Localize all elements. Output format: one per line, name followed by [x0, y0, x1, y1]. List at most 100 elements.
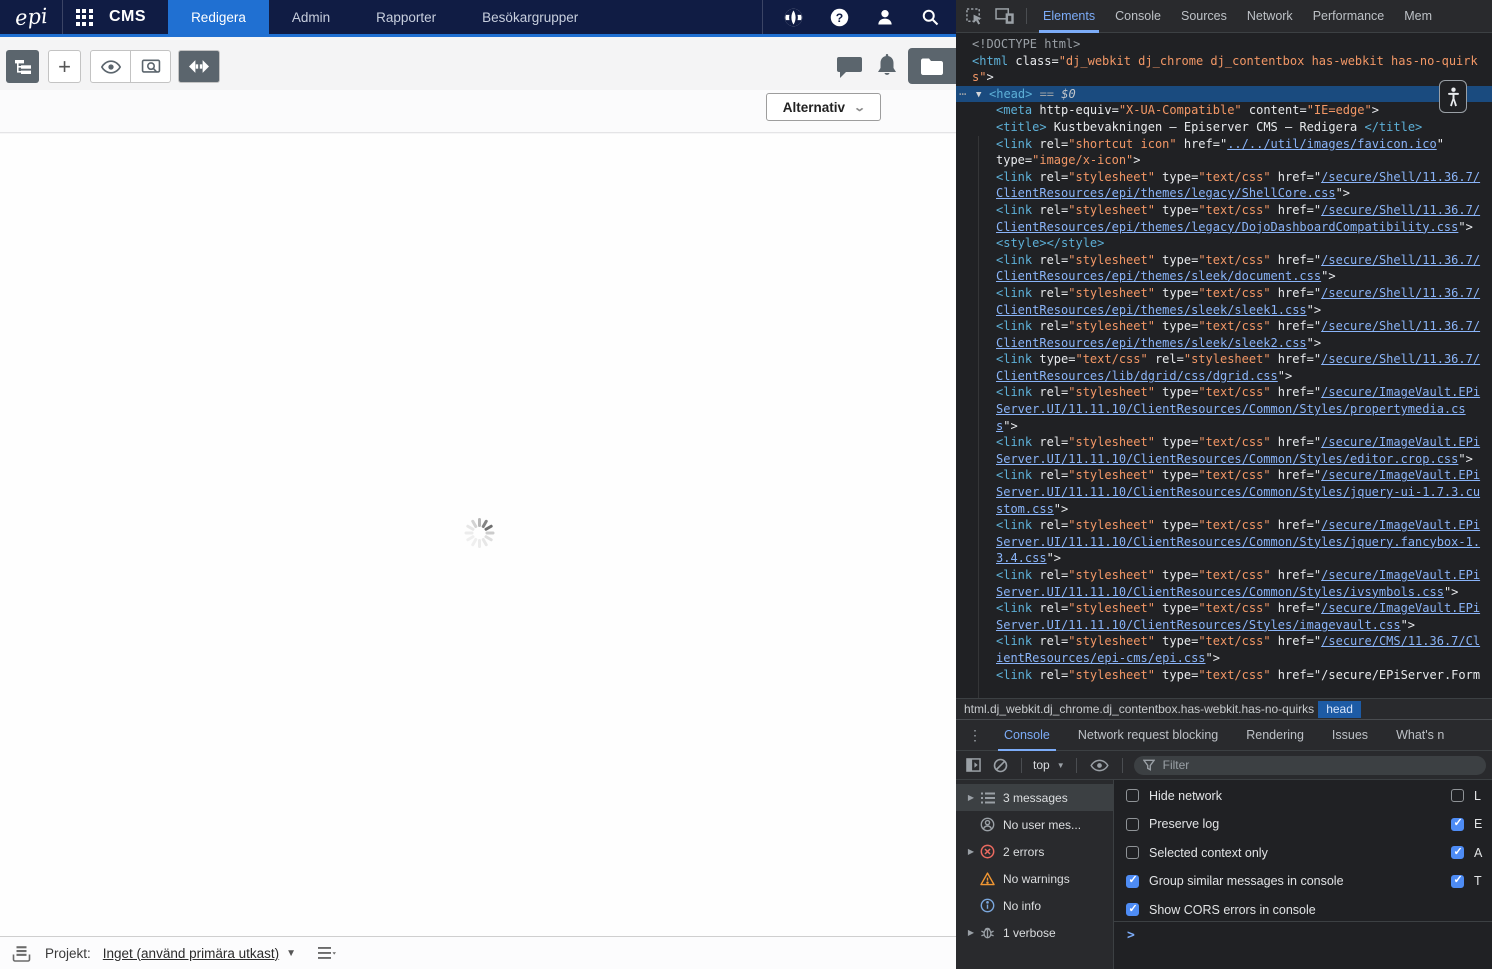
preview-eye-button[interactable] — [91, 51, 130, 82]
setting-show-cors-errors-in-console[interactable]: Show CORS errors in console — [1126, 902, 1492, 917]
drawer-tab-network-request-blocking[interactable]: Network request blocking — [1064, 719, 1232, 751]
console-filter-no-warnings[interactable]: No warnings — [956, 865, 1113, 892]
dom-node-line[interactable]: <link rel="stylesheet" type="text/css" h… — [956, 467, 1492, 484]
dom-node-line[interactable]: <title> Kustbevakningen – Episerver CMS … — [956, 119, 1492, 136]
add-button[interactable]: + — [48, 50, 81, 83]
dom-node-line[interactable]: Server.UI/11.11.10/ClientResources/Commo… — [956, 484, 1492, 501]
dom-node-selected[interactable]: ⋯ ▼ <head> == $0 — [956, 85, 1492, 104]
execution-context-selector[interactable]: top ▼ — [1033, 758, 1065, 772]
expand-arrow-icon[interactable]: ▼ — [976, 87, 981, 104]
setting-group-similar-messages-in-console[interactable]: Group similar messages in console — [1126, 873, 1492, 888]
dom-node-line[interactable]: s"> — [956, 418, 1492, 435]
device-toolbar-icon[interactable] — [995, 8, 1014, 24]
checkbox-checked-icon[interactable] — [1126, 873, 1139, 888]
devtools-tab-console[interactable]: Console — [1105, 0, 1171, 33]
console-filter-no-info[interactable]: No info — [956, 892, 1113, 919]
devtools-tab-sources[interactable]: Sources — [1171, 0, 1237, 33]
expand-arrow-icon[interactable]: ▶ — [964, 793, 978, 802]
bell-icon[interactable] — [876, 54, 898, 78]
expand-arrow-icon[interactable]: ▶ — [964, 847, 978, 856]
setting-l[interactable]: L — [1451, 789, 1492, 803]
dom-node-line[interactable]: <link rel="stylesheet" type="text/css" h… — [956, 384, 1492, 401]
options-dropdown-button[interactable]: Alternativ ⌄ — [766, 93, 881, 121]
project-select-link[interactable]: Inget (använd primära utkast) — [103, 946, 279, 961]
app-grid-icon[interactable] — [63, 0, 105, 34]
dom-node-line[interactable]: <link rel="stylesheet" type="text/css" h… — [956, 633, 1492, 650]
checkbox-unchecked-icon[interactable] — [1126, 789, 1139, 802]
nav-tab-admin[interactable]: Admin — [269, 0, 353, 34]
checkbox-unchecked-icon[interactable] — [1451, 789, 1464, 802]
dom-node-line[interactable]: <link rel="stylesheet" type="text/css" h… — [956, 434, 1492, 451]
console-prompt-chevron[interactable]: > — [1127, 928, 1135, 943]
dom-node-line[interactable]: ClientResources/epi/themes/sleek/sleek1.… — [956, 302, 1492, 319]
drawer-tab-rendering[interactable]: Rendering — [1232, 719, 1318, 751]
dom-node-line[interactable]: <link rel="stylesheet" type="text/css" h… — [956, 318, 1492, 335]
dom-node-line[interactable]: <!DOCTYPE html> — [956, 36, 1492, 53]
setting-e[interactable]: E — [1451, 816, 1492, 831]
breadcrumb-item-html[interactable]: html.dj_webkit.dj_chrome.dj_contentbox.h… — [956, 702, 1318, 716]
dom-node-line[interactable]: <link rel="stylesheet" type="text/css" h… — [956, 202, 1492, 219]
dom-node-line[interactable]: ClientResources/epi/themes/legacy/DojoDa… — [956, 219, 1492, 236]
dom-node-line[interactable]: <link rel="stylesheet" type="text/css" h… — [956, 252, 1492, 269]
dom-node-line[interactable]: <link rel="stylesheet" type="text/css" h… — [956, 517, 1492, 534]
expand-arrow-icon[interactable]: ▶ — [964, 928, 978, 937]
console-filter-no-user-mes-[interactable]: No user mes... — [956, 811, 1113, 838]
dom-node-line[interactable]: ClientResources/epi/themes/legacy/ShellC… — [956, 185, 1492, 202]
more-options-icon[interactable]: ⋮ — [956, 727, 990, 744]
setting-a[interactable]: A — [1451, 845, 1492, 860]
checkbox-unchecked-icon[interactable] — [1126, 817, 1139, 831]
preview-resolution-button[interactable] — [130, 51, 170, 82]
dom-node-line[interactable]: ClientResources/epi/themes/sleek/documen… — [956, 268, 1492, 285]
compare-versions-button[interactable] — [178, 50, 220, 83]
notifications-chat-icon[interactable] — [836, 56, 863, 78]
devtools-tab-mem[interactable]: Mem — [1394, 0, 1442, 33]
epi-logo[interactable]: epi — [0, 0, 63, 34]
dom-node-line[interactable]: <meta http-equiv="X-UA-Compatible" conte… — [956, 102, 1492, 119]
breadcrumb-item-head[interactable]: head — [1318, 700, 1361, 718]
checkbox-checked-icon[interactable] — [1451, 845, 1464, 859]
console-filter-1-verbose[interactable]: ▶ 1 verbose — [956, 919, 1113, 946]
elements-dom-tree[interactable]: <!DOCTYPE html> <html class="dj_webkit dj… — [956, 33, 1492, 698]
dom-node-line[interactable]: type="image/x-icon"> — [956, 152, 1492, 169]
dom-node-line[interactable]: ClientResources/epi/themes/sleek/sleek2.… — [956, 335, 1492, 352]
dom-node-line[interactable]: Server.UI/11.11.10/ClientResources/Commo… — [956, 401, 1492, 418]
globe-icon[interactable] — [783, 7, 804, 28]
page-tree-button[interactable] — [6, 50, 39, 83]
console-filter-2-errors[interactable]: ▶ 2 errors — [956, 838, 1113, 865]
dom-node-line[interactable]: stom.css"> — [956, 501, 1492, 518]
dom-node-line[interactable]: s"> — [956, 69, 1492, 86]
console-filter-input[interactable]: Filter — [1133, 755, 1486, 775]
live-expression-eye-icon[interactable] — [1089, 759, 1109, 772]
setting-selected-context-only[interactable]: Selected context only — [1126, 846, 1492, 860]
dom-node-line[interactable]: Server.UI/11.11.10/ClientResources/Commo… — [956, 534, 1492, 551]
drawer-tab-issues[interactable]: Issues — [1318, 719, 1382, 751]
dom-node-line[interactable]: <link type="text/css" rel="stylesheet" h… — [956, 351, 1492, 368]
setting-t[interactable]: T — [1451, 873, 1492, 888]
drawer-tab-what-s-n[interactable]: What's n — [1382, 719, 1458, 751]
project-menu-icon[interactable] — [318, 946, 337, 960]
dom-node-line[interactable]: <link rel="stylesheet" type="text/css" h… — [956, 567, 1492, 584]
dom-node-line[interactable]: <link rel="stylesheet" type="text/css" h… — [956, 169, 1492, 186]
dom-node-line[interactable]: ientResources/epi-cms/epi.css"> — [956, 650, 1492, 667]
console-sidebar-toggle-icon[interactable] — [966, 758, 981, 772]
nav-tab-rapporter[interactable]: Rapporter — [353, 0, 459, 34]
devtools-tab-elements[interactable]: Elements — [1033, 0, 1105, 33]
inspect-element-icon[interactable] — [966, 7, 983, 25]
clear-console-icon[interactable] — [993, 758, 1008, 773]
dom-node-line[interactable]: <link rel="stylesheet" type="text/css" h… — [956, 667, 1492, 684]
help-icon[interactable]: ? — [829, 7, 850, 28]
dom-node-line[interactable]: ClientResources/lib/dgrid/css/dgrid.css"… — [956, 368, 1492, 385]
drawer-tab-console[interactable]: Console — [990, 719, 1064, 751]
devtools-tab-network[interactable]: Network — [1237, 0, 1303, 33]
dom-node-line[interactable]: Server.UI/11.11.10/ClientResources/Commo… — [956, 451, 1492, 468]
checkbox-checked-icon[interactable] — [1451, 816, 1464, 831]
setting-hide-network[interactable]: Hide network — [1126, 789, 1492, 803]
dom-node-line[interactable]: <html class="dj_webkit dj_chrome dj_cont… — [956, 53, 1492, 70]
dom-node-line[interactable]: <style></style> — [956, 235, 1492, 252]
nav-tab-redigera[interactable]: Redigera — [168, 0, 269, 34]
search-icon[interactable] — [920, 7, 940, 27]
dom-node-line[interactable]: <link rel="stylesheet" type="text/css" h… — [956, 600, 1492, 617]
checkbox-unchecked-icon[interactable] — [1126, 846, 1139, 859]
assets-folder-button[interactable] — [908, 48, 956, 84]
setting-preserve-log[interactable]: Preserve log — [1126, 817, 1492, 831]
